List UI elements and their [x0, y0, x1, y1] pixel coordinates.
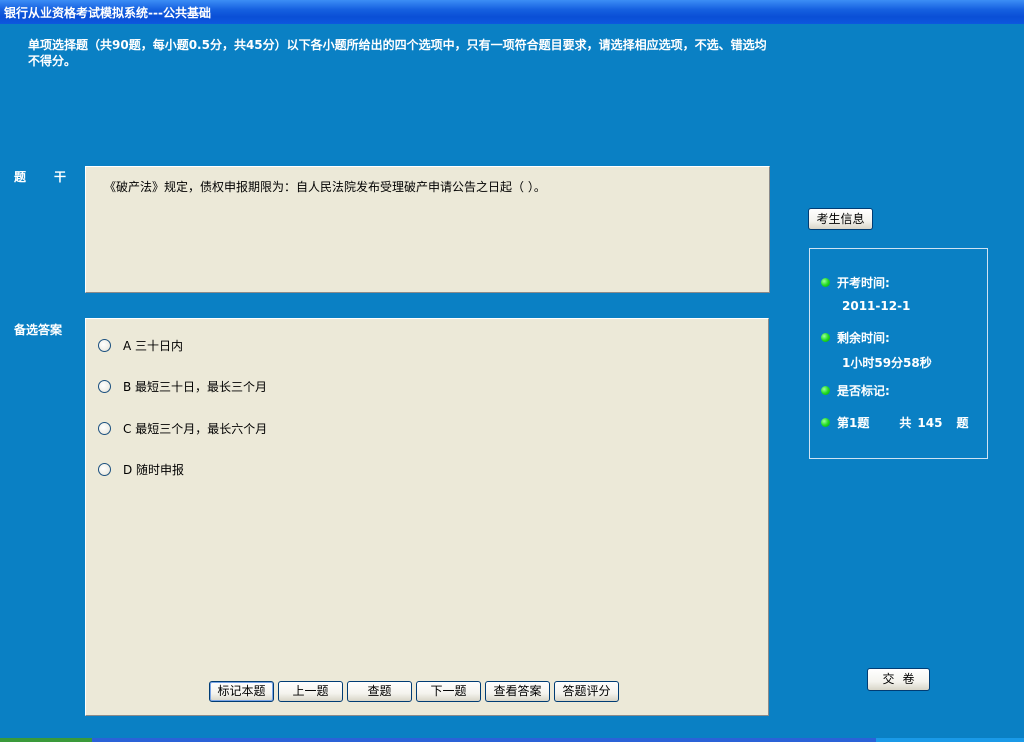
review-question-button[interactable]: 查题	[347, 681, 412, 702]
option-label: C 最短三个月，最长六个月	[123, 421, 268, 436]
remaining-time-label: 剩余时间:	[837, 331, 890, 345]
start-time-value: 2011-12-1	[842, 299, 911, 313]
green-dot-icon	[821, 278, 830, 287]
answer-options-panel: A 三十日内 B 最短三十日，最长三个月 C 最短三个月，最长六个月 D 随时申…	[85, 318, 769, 716]
remaining-time-value: 1小时59分58秒	[842, 356, 932, 370]
radio-icon[interactable]	[98, 462, 111, 476]
total-prefix: 共	[899, 416, 912, 430]
green-dot-icon	[821, 386, 830, 395]
radio-icon[interactable]	[98, 338, 111, 352]
radio-icon[interactable]	[98, 421, 111, 435]
start-button[interactable]	[0, 738, 92, 742]
system-tray	[876, 738, 1024, 742]
green-dot-icon	[821, 418, 830, 427]
view-answer-button[interactable]: 查看答案	[485, 681, 550, 702]
instructions-text: 单项选择题（共90题，每小题0.5分，共45分）以下各小题所给出的四个选项中，只…	[28, 38, 767, 68]
marked-label: 是否标记:	[837, 384, 890, 398]
option-label: D 随时申报	[123, 462, 185, 477]
option-label: A 三十日内	[123, 338, 184, 353]
taskbar	[0, 738, 1024, 742]
question-stem-panel: 《破产法》规定，债权申报期限为：自人民法院发布受理破产申请公告之日起（ ）。	[85, 166, 770, 293]
stem-label: 题干	[14, 170, 95, 184]
prev-question-button[interactable]: 上一题	[278, 681, 343, 702]
submit-exam-button[interactable]: 交卷	[867, 668, 930, 691]
title-bar[interactable]: 银行从业资格考试模拟系统---公共基础	[0, 0, 1024, 24]
exam-info-panel: 开考时间: 2011-12-1 剩余时间: 1小时59分58秒 是否标记: 第1…	[809, 248, 988, 459]
score-button[interactable]: 答题评分	[554, 681, 619, 702]
student-info-button[interactable]: 考生信息	[808, 208, 873, 230]
total-suffix: 题	[956, 416, 969, 430]
green-dot-icon	[821, 333, 830, 342]
question-stem-text: 《破产法》规定，债权申报期限为：自人民法院发布受理破产申请公告之日起（ ）。	[104, 180, 546, 194]
exam-window: 银行从业资格考试模拟系统---公共基础 单项选择题（共90题，每小题0.5分，共…	[0, 0, 1024, 742]
radio-icon[interactable]	[98, 379, 111, 393]
question-progress-row: 第1题 共 145 题	[821, 414, 968, 431]
remaining-time-row: 剩余时间:	[821, 329, 890, 346]
window-title: 银行从业资格考试模拟系统---公共基础	[4, 6, 211, 20]
option-d[interactable]: D 随时申报	[98, 460, 184, 478]
next-question-button[interactable]: 下一题	[416, 681, 481, 702]
total-count: 145	[917, 415, 943, 430]
option-b[interactable]: B 最短三十日，最长三个月	[98, 377, 267, 395]
option-a[interactable]: A 三十日内	[98, 336, 183, 354]
start-time-label: 开考时间:	[837, 276, 890, 290]
mark-question-button[interactable]: 标记本题	[209, 681, 274, 702]
option-c[interactable]: C 最短三个月，最长六个月	[98, 419, 267, 437]
question-index: 第1题	[837, 416, 870, 430]
start-time-row: 开考时间:	[821, 274, 890, 291]
marked-row: 是否标记:	[821, 382, 890, 399]
option-label: B 最短三十日，最长三个月	[123, 379, 268, 394]
answers-label: 备选答案	[14, 323, 63, 337]
